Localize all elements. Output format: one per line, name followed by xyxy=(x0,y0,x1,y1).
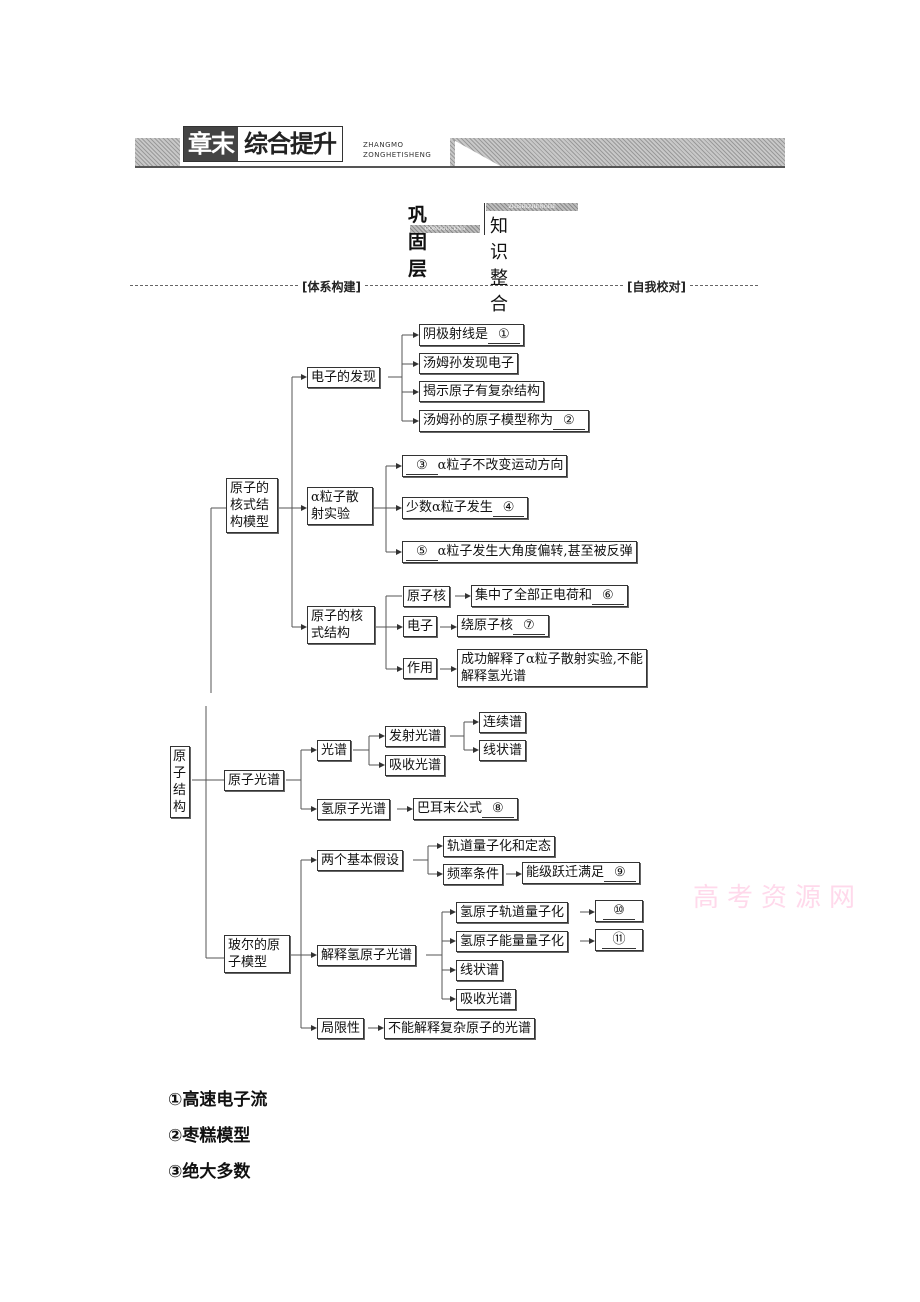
node-role: 作用 xyxy=(403,658,438,679)
answer-list: ①高速电子流 ②枣糕模型 ③绝大多数 xyxy=(168,1088,267,1196)
answer-item: ②枣糕模型 xyxy=(168,1126,251,1146)
node-emission-spectrum: 发射光谱 xyxy=(385,726,446,747)
watermark: 高考资源网 xyxy=(693,883,864,913)
node-electron: 电子 xyxy=(403,616,438,637)
node-limitation-detail: 不能解释复杂原子的光谱 xyxy=(384,1018,536,1039)
node-blank-10: ⑩ xyxy=(595,900,643,922)
blank-5: ⑤ xyxy=(406,543,438,561)
answer-item: ①高速电子流 xyxy=(168,1090,268,1110)
blank-11: ⑪ xyxy=(602,931,636,949)
node-orbit-quantization: 轨道量子化和定态 xyxy=(443,836,556,857)
blank-10: ⑩ xyxy=(603,902,635,920)
node-thomson-discovers-electron: 汤姆孙发现电子 xyxy=(419,353,519,374)
root-node-atomic-structure: 原子结构 xyxy=(170,746,190,818)
node-bohr-absorption-spectrum: 吸收光谱 xyxy=(456,989,517,1010)
node-nuclear-structure: 原子的核式结构 xyxy=(307,606,375,644)
node-continuous-spectrum: 连续谱 xyxy=(479,712,527,733)
node-nucleus-detail: 集中了全部正电荷和 ⑥ xyxy=(471,585,628,607)
node-role-detail: 成功解释了α粒子散射实验,不能解释氢光谱 xyxy=(457,649,647,687)
node-hydrogen-spectrum: 氢原子光谱 xyxy=(317,799,391,820)
node-electron-detail: 绕原子核 ⑦ xyxy=(457,615,549,637)
node-nucleus: 原子核 xyxy=(403,586,451,607)
node-limitation: 局限性 xyxy=(317,1018,365,1039)
node-blank-11: ⑪ xyxy=(595,929,643,951)
node-atomic-spectrum: 原子光谱 xyxy=(224,770,285,791)
node-h-orbit-quantization: 氢原子轨道量子化 xyxy=(456,902,569,923)
node-bohr-line-spectrum: 线状谱 xyxy=(456,960,504,981)
node-spectrum: 光谱 xyxy=(317,740,352,761)
blank-6: ⑥ xyxy=(592,587,624,605)
node-nuclear-model: 原子的核式结构模型 xyxy=(226,478,278,533)
blank-7: ⑦ xyxy=(513,617,545,635)
node-alpha-no-deflect: ③ α粒子不改变运动方向 xyxy=(402,455,568,477)
node-absorption-spectrum: 吸收光谱 xyxy=(385,755,446,776)
blank-2: ② xyxy=(553,412,585,430)
answer-item: ③绝大多数 xyxy=(168,1162,251,1182)
blank-4: ④ xyxy=(492,499,525,517)
node-bohr-model: 玻尔的原子模型 xyxy=(224,935,290,973)
node-alpha-scattering: α粒子散射实验 xyxy=(307,487,373,525)
blank-1: ① xyxy=(488,326,520,344)
node-complex-structure: 揭示原子有复杂结构 xyxy=(419,381,545,402)
blank-3: ③ xyxy=(406,457,438,475)
blank-9: ⑨ xyxy=(604,864,636,882)
concept-map: 原子结构 原子的核式结构模型 电子的发现 阴极射线是 ① 汤姆孙发现电子 揭示原子… xyxy=(0,0,920,1302)
node-cathode-ray: 阴极射线是 ① xyxy=(419,324,524,346)
node-alpha-few: 少数α粒子发生 ④ xyxy=(402,497,529,519)
node-alpha-large-angle: ⑤ α粒子发生大角度偏转,甚至被反弹 xyxy=(402,541,637,563)
node-explain-hydrogen: 解释氢原子光谱 xyxy=(317,945,417,966)
node-electron-discovery: 电子的发现 xyxy=(307,367,381,388)
node-two-postulates: 两个基本假设 xyxy=(317,850,404,871)
blank-8: ⑧ xyxy=(482,800,514,818)
node-thomson-model: 汤姆孙的原子模型称为 ② xyxy=(419,410,589,432)
node-balmer-formula: 巴耳末公式 ⑧ xyxy=(413,798,518,820)
node-line-spectrum: 线状谱 xyxy=(479,740,527,761)
node-frequency-condition: 频率条件 xyxy=(443,864,504,885)
node-h-energy-quantization: 氢原子能量量子化 xyxy=(456,931,569,952)
node-level-transition: 能级跃迁满足 ⑨ xyxy=(522,862,640,884)
